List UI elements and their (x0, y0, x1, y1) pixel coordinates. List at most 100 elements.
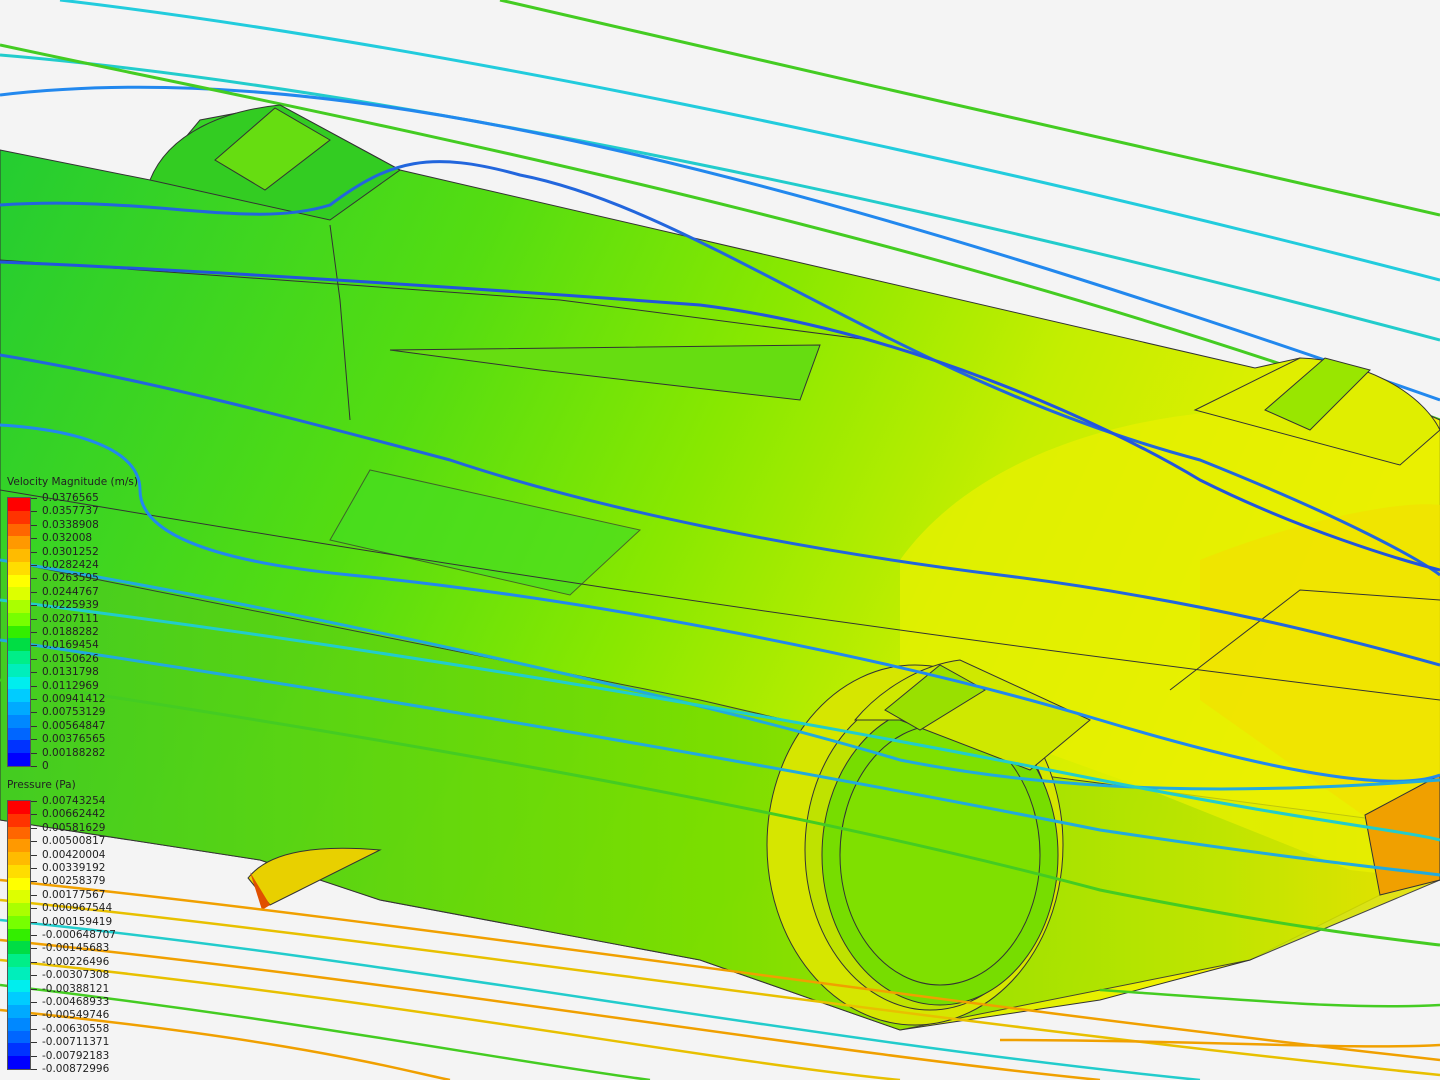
legend-tick (31, 961, 37, 963)
legend-label: 0.00500817 (42, 835, 106, 848)
colorbar-swatch (8, 877, 30, 891)
legend-label: -0.00872996 (42, 1063, 110, 1075)
legend-label: -0.00307308 (42, 969, 110, 982)
legend-tick (31, 988, 37, 990)
legend-label: 0.0357737 (42, 505, 99, 518)
colorbar-swatch (8, 1005, 30, 1018)
colorbar-swatch (8, 574, 30, 588)
colorbar-swatch (8, 839, 30, 852)
legend-tick (31, 685, 37, 687)
colorbar-swatch (8, 523, 30, 537)
legend-tick (31, 894, 37, 896)
legend-tick (31, 814, 37, 816)
car-body (0, 104, 1440, 1031)
colorbar-swatch (8, 676, 30, 690)
legend-label: -0.00792183 (42, 1049, 110, 1062)
legend-label: -0.00711371 (42, 1036, 110, 1049)
legend-label: -0.00630558 (42, 1022, 110, 1035)
legend-tick (31, 605, 37, 607)
legend-tick (31, 921, 37, 923)
pressure-colorbar (7, 800, 31, 1070)
colorbar-swatch (8, 536, 30, 549)
legend-tick (31, 511, 37, 513)
legend-label: 0.00376565 (42, 733, 106, 746)
colorbar-swatch (8, 727, 30, 741)
legend-tick (31, 1042, 37, 1044)
legend-label: 0.0376565 (42, 492, 99, 504)
colorbar-swatch (8, 612, 30, 626)
legend-tick (31, 618, 37, 620)
legend-tick (31, 766, 37, 767)
legend-label: 0.00177567 (42, 888, 106, 901)
colorbar-swatch (8, 714, 30, 728)
legend-label: 0.00564847 (42, 719, 106, 732)
legend-tick (31, 948, 37, 950)
colorbar-swatch (8, 549, 30, 562)
colorbar-swatch (8, 903, 30, 916)
colorbar-swatch (8, 801, 30, 814)
legend-label: 0.0169454 (42, 639, 99, 652)
cfd-viewport[interactable] (0, 0, 1440, 1080)
legend-tick (31, 975, 37, 977)
colorbar-swatch (8, 890, 30, 903)
legend-tick (31, 658, 37, 660)
legend-tick (31, 752, 37, 754)
colorbar-swatch (8, 928, 30, 942)
legend-label: 0.000967544 (42, 902, 113, 915)
colorbar-swatch (8, 979, 30, 993)
legend-label: -0.00226496 (42, 955, 110, 968)
legend-tick (31, 538, 37, 540)
legend-tick (31, 645, 37, 647)
legend-label: 0.00941412 (42, 693, 106, 705)
legend-tick (31, 868, 37, 869)
legend-tick (31, 699, 37, 700)
legend-label: 0.0225939 (42, 599, 99, 612)
legend-tick (31, 712, 37, 714)
legend-label: 0.00420004 (42, 848, 106, 861)
legend-tick (31, 578, 37, 580)
colorbar-swatch (8, 1056, 30, 1069)
colorbar-swatch (8, 1017, 30, 1031)
colorbar-swatch (8, 753, 30, 766)
colorbar-swatch (8, 1030, 30, 1044)
colorbar-swatch (8, 663, 30, 677)
colorbar-swatch (8, 561, 30, 575)
legend-label: 0.00339192 (42, 862, 106, 874)
colorbar-swatch (8, 915, 30, 929)
legend-label: 0.032008 (42, 532, 93, 545)
legend-label: -0.00145683 (42, 942, 110, 955)
legend-label: 0.00743254 (42, 795, 106, 807)
legend-tick (31, 591, 37, 593)
colorbar-swatch (8, 941, 30, 954)
legend-tick (31, 524, 37, 526)
legend-label: 0.0282424 (42, 559, 99, 571)
legend-tick (31, 565, 37, 566)
legend-label: 0.0112969 (42, 679, 99, 692)
colorbar-swatch (8, 966, 30, 980)
legend-tick (31, 1015, 37, 1017)
colorbar-swatch (8, 587, 30, 600)
legend-label: 0 (42, 760, 49, 772)
colorbar-swatch (8, 510, 30, 524)
colorbar-swatch (8, 864, 30, 878)
legend-tick (31, 1002, 37, 1003)
legend-tick (31, 1028, 37, 1030)
legend-tick (31, 935, 37, 936)
legend-label: 0.00258379 (42, 875, 106, 888)
legend-label: 0.00581629 (42, 821, 106, 834)
legend-tick (31, 854, 37, 856)
legend-label: 0.0301252 (42, 545, 99, 558)
colorbar-swatch (8, 992, 30, 1005)
legend-label: 0.0131798 (42, 666, 99, 679)
legend-tick (31, 672, 37, 674)
colorbar-swatch (8, 954, 30, 967)
colorbar-swatch (8, 638, 30, 651)
legend-label: 0.00188282 (42, 746, 106, 759)
legend-tick (31, 1055, 37, 1057)
legend-tick (31, 551, 37, 553)
colorbar-swatch (8, 852, 30, 865)
legend-tick (31, 908, 37, 910)
legend-tick (31, 632, 37, 633)
colorbar-swatch (8, 1043, 30, 1056)
legend-label: 0.0338908 (42, 518, 99, 531)
